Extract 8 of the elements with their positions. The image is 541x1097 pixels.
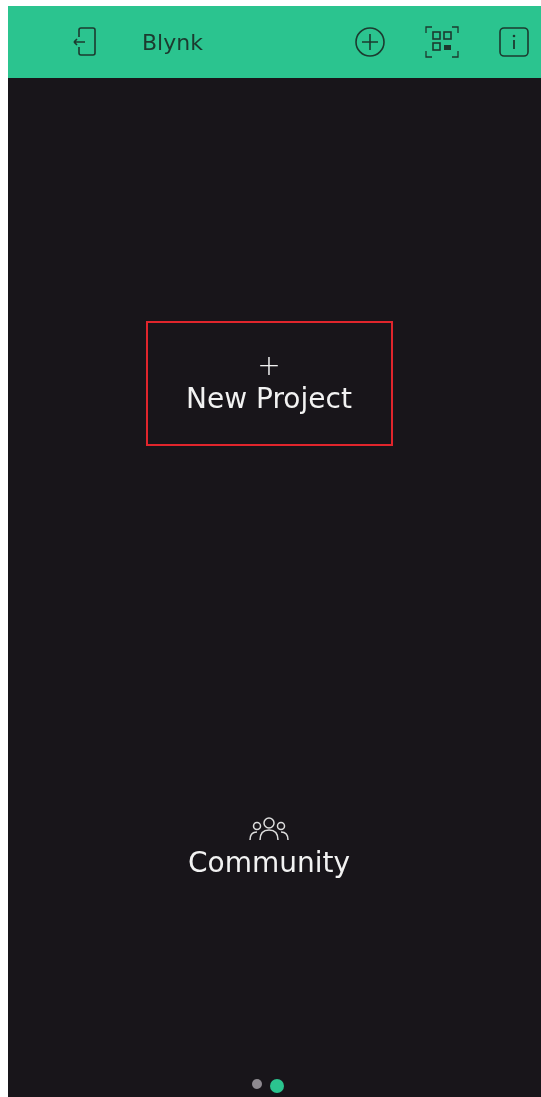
- logout-icon[interactable]: [72, 27, 98, 57]
- add-icon[interactable]: [355, 27, 385, 57]
- people-icon[interactable]: [248, 816, 290, 842]
- qr-code-icon[interactable]: [425, 26, 459, 58]
- app-title: Blynk: [142, 29, 203, 55]
- community-link[interactable]: Community: [187, 846, 351, 879]
- info-icon[interactable]: [499, 27, 529, 57]
- new-project-button[interactable]: + New Project: [145, 321, 393, 446]
